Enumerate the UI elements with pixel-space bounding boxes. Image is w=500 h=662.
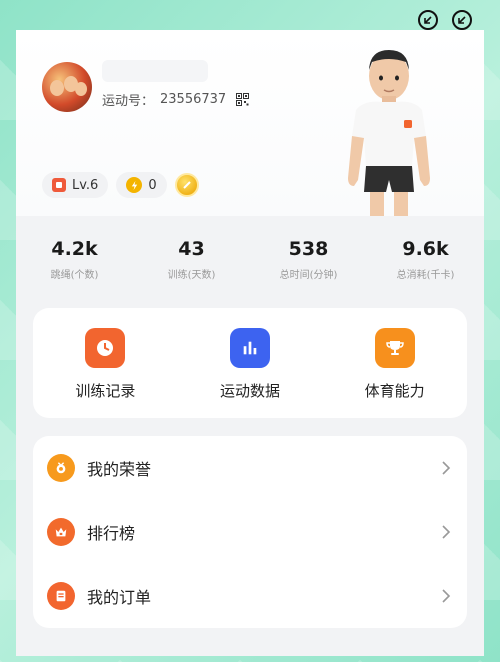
sport-id-value: 23556737: [160, 92, 227, 107]
menu-list: 我的荣誉 排行榜 我的订单: [33, 436, 467, 628]
menu-item-label: 排行榜: [87, 524, 136, 543]
username-placeholder: [102, 60, 208, 82]
avatar-figure-illustration: [348, 50, 430, 216]
coin-icon[interactable]: [174, 173, 199, 197]
collapse-arrow-icon-1[interactable]: [418, 10, 438, 30]
profile-card: 运动号： 23556737 Lv.6 0 4.2k 跳绳(个数) 43 训练(天…: [16, 30, 484, 656]
level-icon: [52, 178, 66, 192]
energy-value: 0: [148, 177, 157, 193]
stats-row: 4.2k 跳绳(个数) 43 训练(天数) 538 总时间(分钟) 9.6k 总…: [16, 238, 484, 281]
quick-action-sport-ability[interactable]: 体育能力: [322, 308, 467, 418]
chevron-right-icon: [442, 525, 451, 539]
menu-item-leaderboard[interactable]: 排行榜: [33, 500, 467, 564]
order-icon: [47, 582, 75, 610]
menu-item-honors[interactable]: 我的荣誉: [33, 436, 467, 500]
sport-id-label: 运动号：: [102, 94, 155, 109]
level-badge[interactable]: Lv.6: [42, 172, 109, 198]
stat-label: 训练(天数): [167, 270, 216, 281]
quick-action-label: 训练记录: [75, 382, 136, 400]
bar-chart-icon: [230, 328, 270, 368]
sport-id-row: 运动号： 23556737: [102, 90, 250, 109]
stat-value: 4.2k: [51, 238, 98, 260]
quick-action-training-record[interactable]: 训练记录: [33, 308, 178, 418]
stat-value: 538: [288, 238, 329, 260]
stat-jump-rope[interactable]: 4.2k 跳绳(个数): [16, 238, 133, 281]
quick-action-label: 体育能力: [364, 382, 425, 400]
quick-action-sport-data[interactable]: 运动数据: [178, 308, 323, 418]
stat-total-time[interactable]: 538 总时间(分钟): [250, 238, 367, 281]
lightning-icon: [126, 177, 143, 193]
menu-item-label: 我的荣誉: [87, 460, 152, 479]
stat-training-days[interactable]: 43 训练(天数): [133, 238, 250, 281]
energy-badge[interactable]: 0: [116, 172, 167, 198]
avatar[interactable]: [42, 62, 92, 112]
trophy-icon: [374, 328, 415, 368]
quick-action-label: 运动数据: [220, 382, 281, 400]
menu-item-orders[interactable]: 我的订单: [33, 564, 467, 628]
stat-label: 总时间(分钟): [279, 270, 338, 281]
menu-item-label: 我的订单: [87, 588, 152, 607]
stat-label: 跳绳(个数): [50, 270, 99, 281]
chevron-right-icon: [442, 461, 451, 475]
stat-value: 9.6k: [402, 238, 449, 260]
level-label: Lv.6: [72, 177, 99, 193]
stat-label: 总消耗(千卡): [396, 270, 455, 281]
collapse-arrow-icon-2[interactable]: [452, 10, 472, 30]
badges-row: Lv.6 0: [42, 172, 199, 198]
top-actions: [418, 10, 472, 30]
stat-value: 43: [178, 238, 205, 260]
clock-icon: [85, 328, 126, 368]
stat-total-calories[interactable]: 9.6k 总消耗(千卡): [367, 238, 484, 281]
crown-icon: [47, 518, 75, 546]
qr-code-icon[interactable]: [236, 93, 250, 106]
chevron-right-icon: [442, 589, 451, 603]
quick-actions-panel: 训练记录 运动数据 体育能力: [33, 308, 467, 418]
profile-header: 运动号： 23556737 Lv.6 0: [16, 30, 484, 216]
medal-icon: [47, 454, 75, 482]
